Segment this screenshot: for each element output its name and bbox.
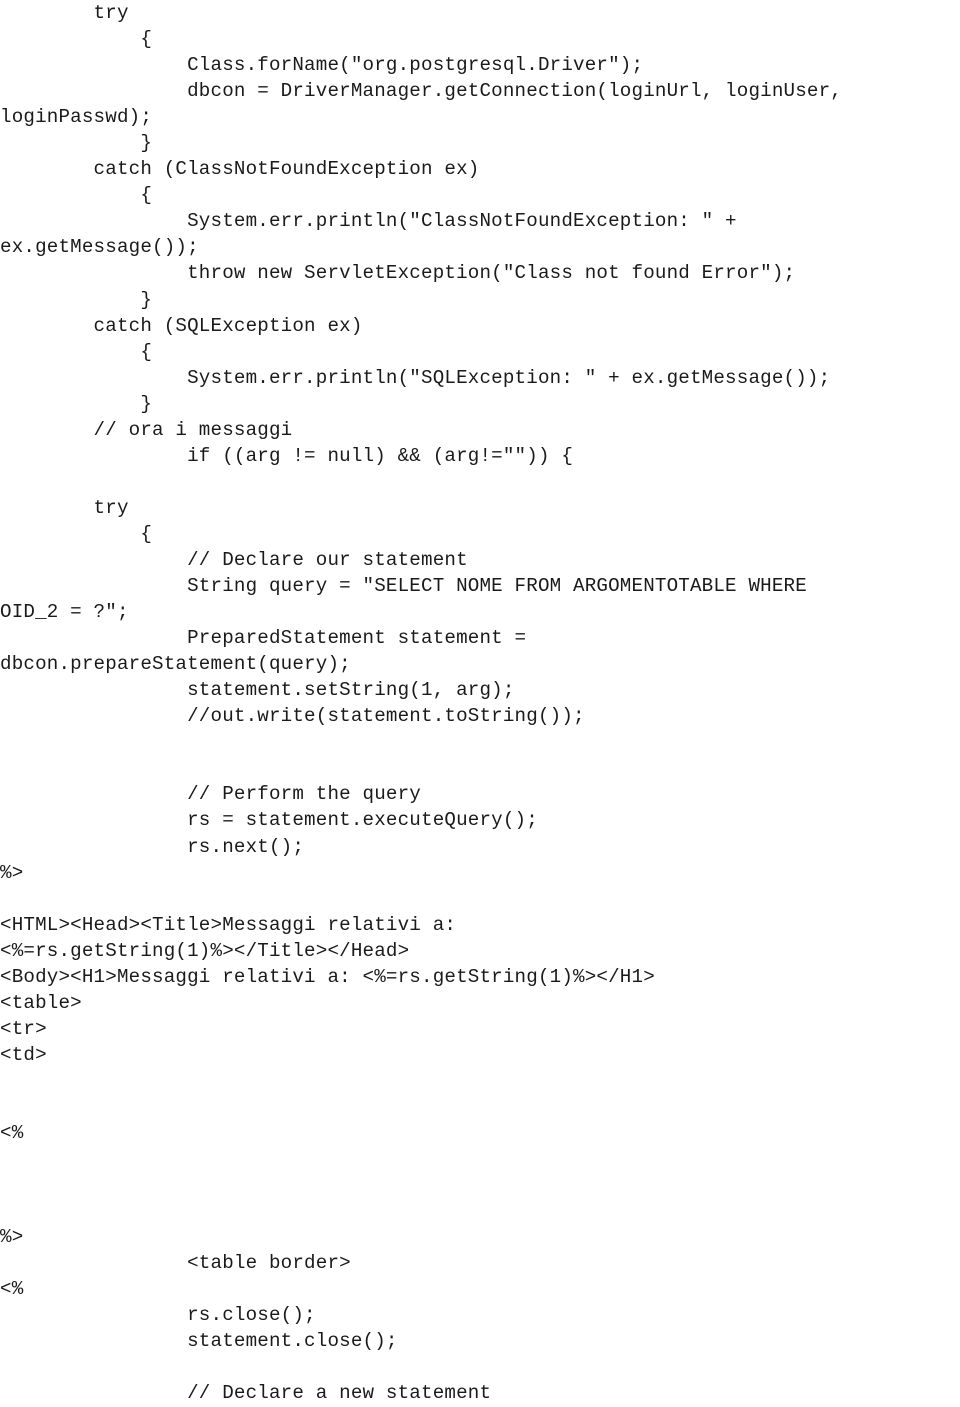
code-line: <HTML><Head><Title>Messaggi relativi a: xyxy=(0,913,457,936)
code-line: try xyxy=(0,496,129,519)
code-line: } xyxy=(0,288,153,311)
code-line: <% xyxy=(0,1278,24,1301)
code-line: <table border> xyxy=(0,1252,351,1275)
code-line: <table> xyxy=(0,991,82,1014)
code-line: { xyxy=(0,28,153,51)
code-line: %> xyxy=(0,861,24,884)
code-line: System.err.println("SQLException: " + ex… xyxy=(0,366,831,389)
code-line: { xyxy=(0,184,153,207)
code-line: PreparedStatement statement = xyxy=(0,627,527,650)
code-line: statement.close(); xyxy=(0,1330,398,1353)
code-line: <% xyxy=(0,1122,24,1145)
code-line: // Declare a new statement xyxy=(0,1382,492,1405)
code-line: try xyxy=(0,2,129,24)
code-line: // Perform the query xyxy=(0,783,421,806)
page-canvas: try { Class.forName("org.postgresql.Driv… xyxy=(0,0,960,1404)
code-line: dbcon = DriverManager.getConnection(logi… xyxy=(0,80,842,103)
code-line: <%=rs.getString(1)%></Title></Head> xyxy=(0,939,410,962)
code-line: // Declare our statement xyxy=(0,548,468,571)
code-line: // ora i messaggi xyxy=(0,418,293,441)
code-line: throw new ServletException("Class not fo… xyxy=(0,262,796,285)
code-line: dbcon.prepareStatement(query); xyxy=(0,653,351,676)
code-line: if ((arg != null) && (arg!="")) { xyxy=(0,444,574,467)
code-line: %> xyxy=(0,1226,24,1249)
code-line: <td> xyxy=(0,1043,47,1066)
code-line: //out.write(statement.toString()); xyxy=(0,705,585,728)
code-line: Class.forName("org.postgresql.Driver"); xyxy=(0,54,644,77)
code-line: } xyxy=(0,392,153,415)
code-line: ex.getMessage()); xyxy=(0,236,199,259)
code-line: OID_2 = ?"; xyxy=(0,601,129,624)
code-line: loginPasswd); xyxy=(0,106,153,129)
code-line: rs = statement.executeQuery(); xyxy=(0,809,538,832)
code-listing: try { Class.forName("org.postgresql.Driv… xyxy=(0,0,960,1407)
code-line: <tr> xyxy=(0,1017,47,1040)
code-line: { xyxy=(0,340,153,363)
code-line: { xyxy=(0,522,153,545)
code-line: System.err.println("ClassNotFoundExcepti… xyxy=(0,210,737,233)
code-line: statement.setString(1, arg); xyxy=(0,679,515,702)
code-line: catch (ClassNotFoundException ex) xyxy=(0,158,480,181)
code-line: rs.next(); xyxy=(0,835,305,858)
code-line: rs.close(); xyxy=(0,1304,316,1327)
code-line: <Body><H1>Messaggi relativi a: <%=rs.get… xyxy=(0,965,655,988)
code-line: } xyxy=(0,132,153,155)
code-line: String query = "SELECT NOME FROM ARGOMEN… xyxy=(0,575,807,598)
code-line: catch (SQLException ex) xyxy=(0,314,363,337)
